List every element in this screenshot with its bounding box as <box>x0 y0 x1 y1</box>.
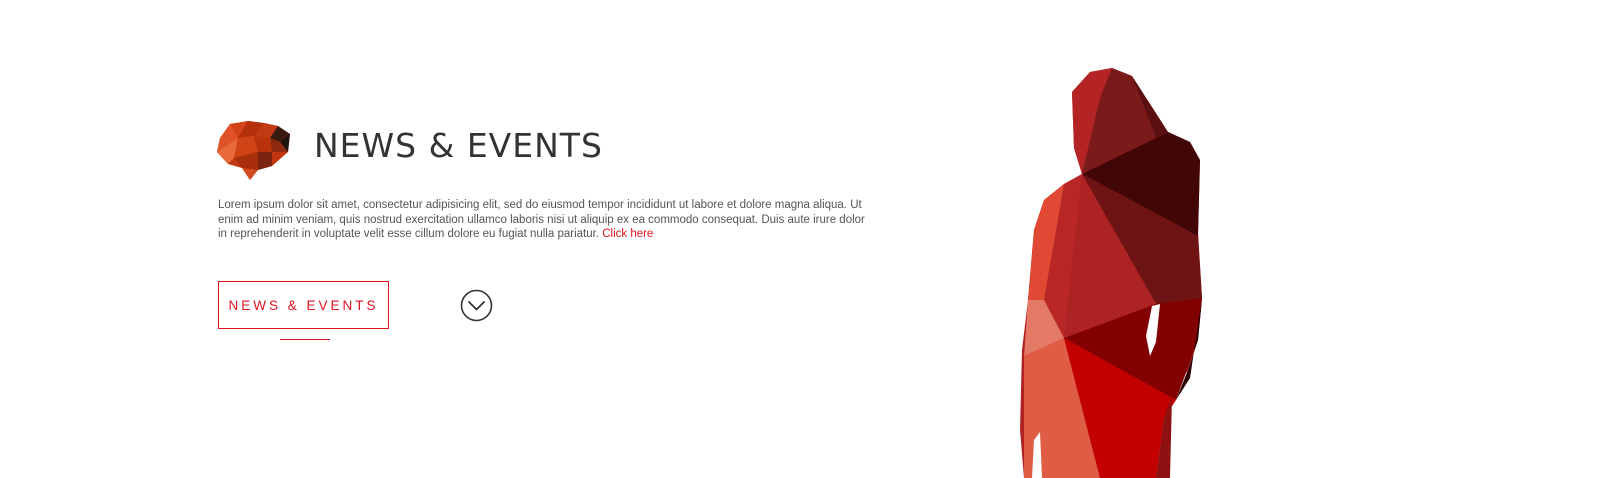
news-events-button[interactable]: NEWS & EVENTS <box>218 281 389 329</box>
description-text: Lorem ipsum dolor sit amet, consectetur … <box>218 199 865 240</box>
chevron-down-circle-icon[interactable] <box>460 289 493 322</box>
person-silhouette-illustration <box>1020 68 1202 478</box>
brain-logo-icon <box>217 121 290 180</box>
section-description: Lorem ipsum dolor sit amet, consectetur … <box>218 198 868 242</box>
section-title: NEWS & EVENTS <box>314 126 603 165</box>
button-underline <box>280 339 330 340</box>
click-here-link[interactable]: Click here <box>602 228 653 240</box>
news-events-hero: NEWS & EVENTS Lorem ipsum dolor sit amet… <box>0 0 1600 478</box>
news-events-button-label: NEWS & EVENTS <box>228 297 379 313</box>
